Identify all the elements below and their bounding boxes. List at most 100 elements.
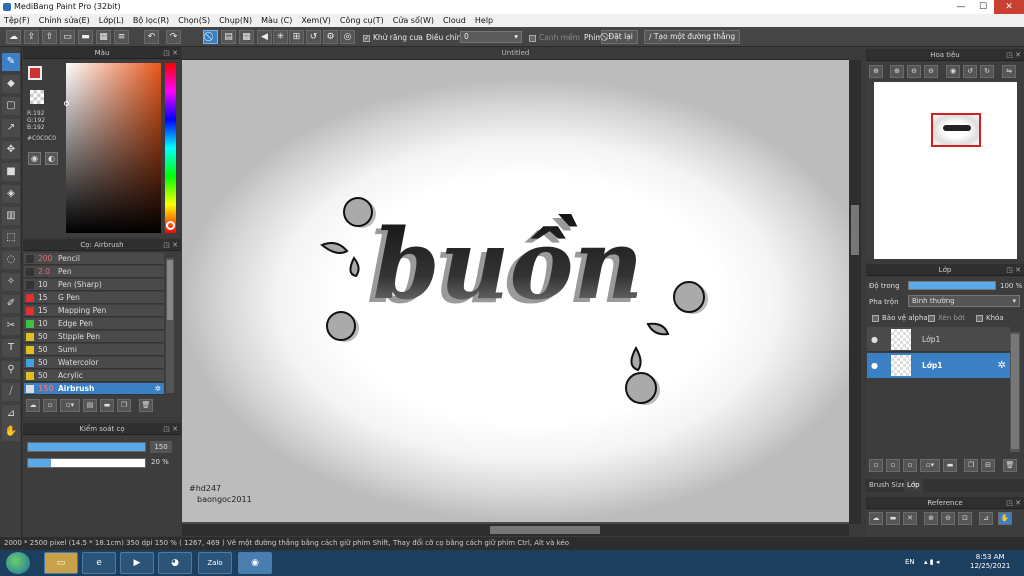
menu-cloud[interactable]: Cloud — [443, 14, 466, 27]
select-pen-icon[interactable]: ✐ — [2, 295, 20, 313]
snap-cross-icon[interactable]: ▦ — [239, 30, 254, 44]
snap-parallel-icon[interactable]: ▤ — [221, 30, 236, 44]
antialias-checkbox[interactable]: ✓ — [363, 34, 370, 42]
saturation-value-picker[interactable] — [64, 63, 161, 233]
gradient-tool-icon[interactable]: ▥ — [2, 207, 20, 225]
maximize-button[interactable]: ☐ — [972, 0, 994, 14]
app-icon-green[interactable]: ◕ — [158, 552, 192, 574]
brush-menu-icon[interactable]: ▫▾ — [60, 399, 80, 412]
brush-item[interactable]: 150 Airbrush ✲ — [24, 383, 164, 395]
vertical-scrollbar[interactable] — [849, 60, 861, 524]
hue-slider[interactable] — [165, 63, 176, 233]
snap-radial-icon[interactable]: ✳ — [273, 30, 288, 44]
menu-file[interactable]: Tệp(F) — [4, 14, 30, 27]
cloud-brush-icon[interactable]: ☁ — [26, 399, 40, 412]
panel-options-icon[interactable]: ◳ ✕ — [1006, 49, 1021, 61]
menu-layer[interactable]: Lớp(L) — [99, 14, 124, 27]
brush-tool-icon[interactable]: ✎ — [2, 53, 20, 71]
new-brush-icon[interactable]: ▫ — [43, 399, 57, 412]
menu-edit[interactable]: Chỉnh sửa(E) — [39, 14, 90, 27]
brush-item[interactable]: 200 Pencil — [24, 253, 164, 265]
brush-item[interactable]: 50 Watercolor — [24, 357, 164, 369]
magic-wand-icon[interactable]: ✧ — [2, 273, 20, 291]
text-tool-icon[interactable]: T — [2, 339, 20, 357]
brush-item[interactable]: 10 Pen (Sharp) — [24, 279, 164, 291]
reference-eyedropper-icon[interactable]: ⊿ — [979, 512, 993, 525]
brush-scroll-thumb[interactable] — [167, 260, 173, 320]
reference-hand-icon[interactable]: ✋ — [998, 512, 1012, 525]
cloud-reference-icon[interactable]: ☁ — [869, 512, 883, 525]
eye-icon[interactable]: ● — [871, 353, 878, 378]
comment-icon[interactable]: ▭ — [60, 30, 75, 44]
reference-zoom-in-icon[interactable]: ⊕ — [924, 512, 938, 525]
rect-select-tool-icon[interactable]: ▢ — [2, 97, 20, 115]
new-layer-icon[interactable]: ▫ — [869, 459, 883, 472]
redo-icon[interactable]: ↷ — [166, 30, 181, 44]
layer-scroll-thumb[interactable] — [1011, 334, 1019, 449]
navigator-preview[interactable] — [874, 82, 1017, 259]
reference-zoom-out-icon[interactable]: ⊖ — [941, 512, 955, 525]
horizontal-scroll-thumb[interactable] — [490, 526, 600, 534]
new-layer-1bit-icon[interactable]: ▫ — [903, 459, 917, 472]
close-button[interactable]: ✕ — [994, 0, 1024, 14]
panel-options-icon[interactable]: ◳ ✕ — [163, 239, 178, 251]
bucket-tool-icon[interactable]: ◈ — [2, 185, 20, 203]
brush-item[interactable]: 10 Edge Pen — [24, 318, 164, 330]
tab-brush-size[interactable]: Brush Size — [869, 479, 906, 492]
transparent-swatch[interactable] — [30, 90, 44, 104]
menu-select[interactable]: Chọn(S) — [178, 14, 210, 27]
delete-layer-icon[interactable]: 🗑 — [1003, 459, 1017, 472]
adjust-select[interactable]: 0 ▾ — [460, 31, 522, 43]
layer-opacity-slider[interactable] — [908, 281, 996, 290]
lasso-tool-icon[interactable]: ↗ — [2, 119, 20, 137]
protect-alpha-checkbox[interactable] — [872, 314, 879, 322]
palette-icon[interactable]: ◉ — [28, 152, 41, 165]
layer-list-scrollbar[interactable] — [1010, 332, 1020, 452]
navigator-viewport-frame[interactable] — [931, 113, 981, 147]
brush-opacity-slider[interactable] — [27, 458, 146, 468]
canvas-viewport[interactable]: buồn buồn #hd247 baongoc2011 — [182, 60, 849, 524]
shape-tool-icon[interactable]: ■ — [2, 163, 20, 181]
lock-option[interactable]: Khóa — [976, 314, 1004, 322]
snap-curve-icon[interactable]: ↺ — [306, 30, 321, 44]
layer-row[interactable]: ● Lớp1 — [867, 327, 1010, 352]
snap-vanish-icon[interactable]: ◀ — [257, 30, 272, 44]
clock[interactable]: 8:53 AM 12/25/2021 — [970, 553, 1010, 571]
media-player-icon[interactable]: ▶ — [120, 552, 154, 574]
eraser-tool-icon[interactable]: ◆ — [2, 75, 20, 93]
divide-tool-icon[interactable]: ⧸ — [2, 383, 20, 401]
brush-item[interactable]: 15 Mapping Pen — [24, 305, 164, 317]
brush-settings-icon[interactable]: ▤ — [83, 399, 97, 412]
horizontal-scrollbar[interactable] — [182, 524, 849, 536]
reset-button[interactable]: ⃠ Đặt lại — [601, 30, 638, 44]
edge-checkbox[interactable] — [529, 34, 536, 42]
panel-options-icon[interactable]: ◳ ✕ — [1006, 264, 1021, 276]
color-picker-cursor[interactable] — [64, 101, 69, 106]
brush-item[interactable]: 50 Acrylic — [24, 370, 164, 382]
merge-layer-icon[interactable]: ⊟ — [981, 459, 995, 472]
snap-off-icon[interactable]: ⃠ — [203, 30, 218, 44]
panel-options-icon[interactable]: ◳ ✕ — [1006, 497, 1021, 509]
reference-fit-icon[interactable]: ⊡ — [958, 512, 972, 525]
zoom-reset-icon[interactable]: ⊖ — [924, 65, 938, 78]
brush-folder-icon[interactable]: ▬ — [100, 399, 114, 412]
duplicate-brush-icon[interactable]: ❐ — [117, 399, 131, 412]
color-history-icon[interactable]: ◐ — [45, 152, 58, 165]
hue-slider-handle[interactable] — [166, 221, 175, 230]
eye-icon[interactable]: ● — [871, 327, 878, 352]
minimize-button[interactable]: — — [950, 0, 972, 14]
layer-row-active[interactable]: ● Lớp1 ✲ — [867, 353, 1010, 378]
rotate-left-icon[interactable]: ↺ — [963, 65, 977, 78]
language-indicator[interactable]: EN — [905, 558, 915, 566]
flip-icon[interactable]: ⇋ — [1002, 65, 1016, 78]
close-reference-icon[interactable]: ✕ — [903, 512, 917, 525]
select-eraser-icon[interactable]: ✂ — [2, 317, 20, 335]
menu-window[interactable]: Cửa sổ(W) — [393, 14, 434, 27]
rotate-right-icon[interactable]: ↻ — [980, 65, 994, 78]
brush-item[interactable]: 15 G Pen — [24, 292, 164, 304]
brush-list-scrollbar[interactable] — [166, 258, 174, 393]
duplicate-layer-icon[interactable]: ❐ — [964, 459, 978, 472]
vertical-scroll-thumb[interactable] — [851, 205, 859, 255]
share-icon[interactable]: ⇧ — [42, 30, 57, 44]
lock-checkbox[interactable] — [976, 314, 983, 322]
